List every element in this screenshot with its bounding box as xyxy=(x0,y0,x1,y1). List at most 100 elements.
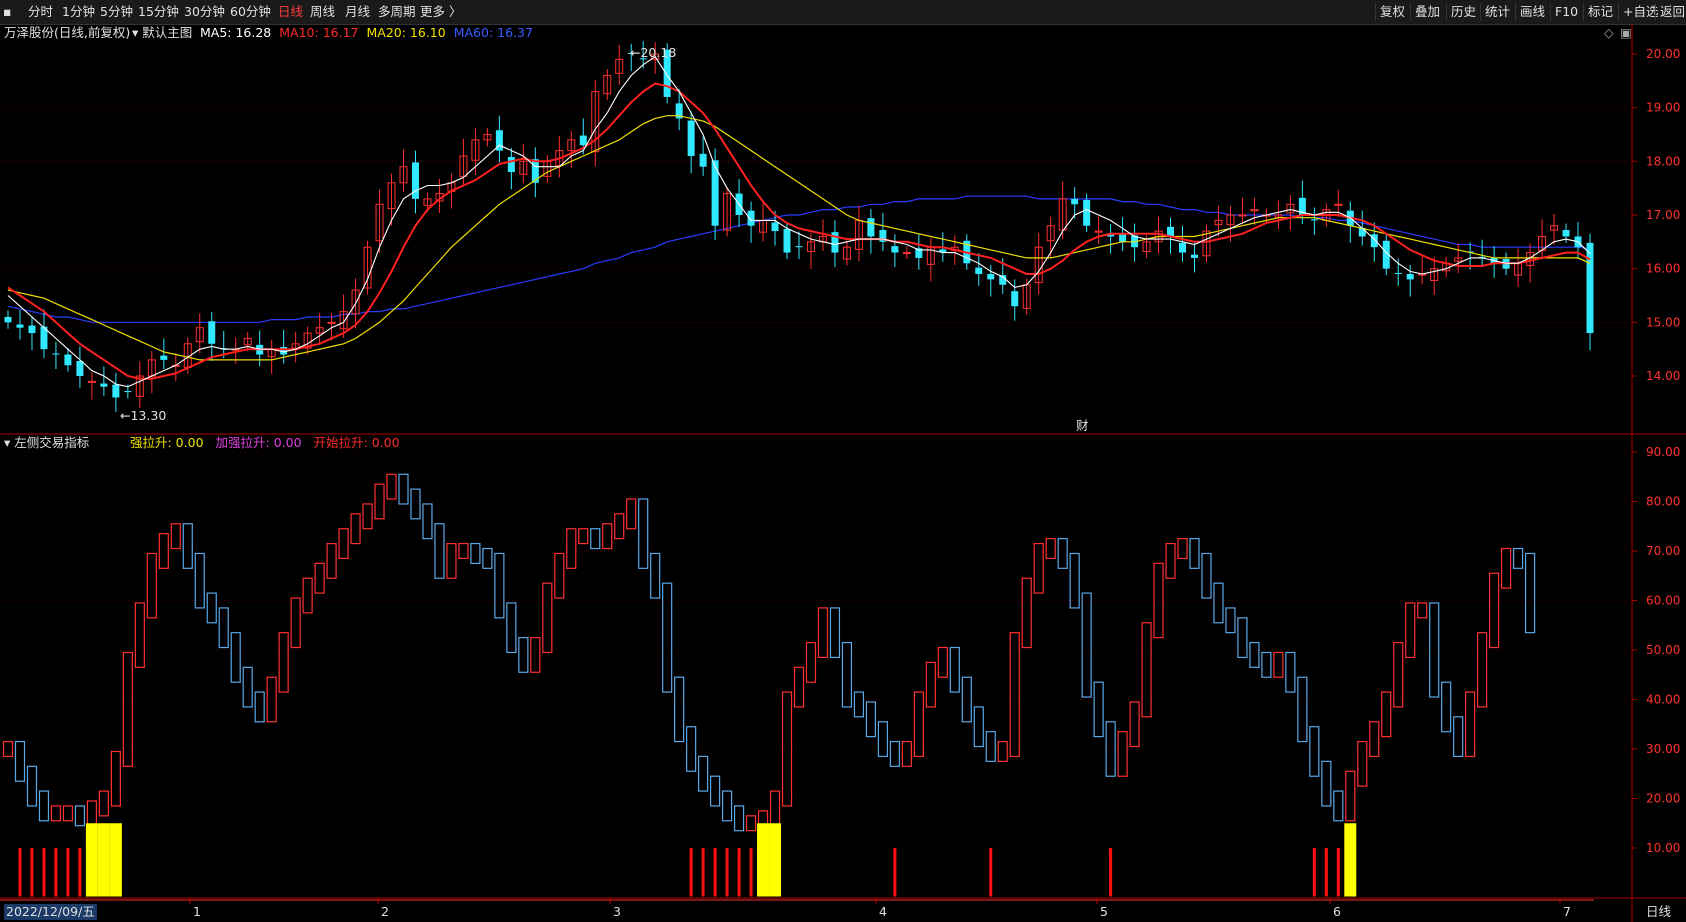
indicator-box-6 xyxy=(74,805,86,827)
indicator-box-118 xyxy=(1417,602,1428,619)
indicator-box-84 xyxy=(1009,632,1020,758)
period-tab-3[interactable]: 15分钟 xyxy=(138,4,179,20)
candle-body-93 xyxy=(1119,234,1127,242)
period-tab-0[interactable]: 分时 xyxy=(28,4,53,20)
signal-red-109 xyxy=(1312,848,1316,897)
candle-body-84 xyxy=(1011,291,1019,307)
month-label-4: 5 xyxy=(1100,904,1108,919)
high-price-label: ←20.18 xyxy=(630,45,677,60)
period-tab-4[interactable]: 30分钟 xyxy=(184,4,225,20)
indicator-box-92 xyxy=(1105,721,1116,777)
indicator-bars xyxy=(2,473,1536,832)
indicator-box-114 xyxy=(1369,721,1380,758)
indicator-box-5 xyxy=(62,805,74,822)
signal-yellow-64 xyxy=(769,823,782,897)
period-tab-1[interactable]: 1分钟 xyxy=(62,4,95,20)
indicator-box-105 xyxy=(1261,651,1272,678)
price-tick-label-1: 19.00 xyxy=(1646,101,1680,115)
indicator-box-104 xyxy=(1249,641,1260,668)
toolbar-button-4[interactable]: 画线 xyxy=(1515,3,1549,21)
period-tab-2[interactable]: 5分钟 xyxy=(100,4,133,20)
period-tab-10[interactable]: 更多 〉 xyxy=(420,4,461,20)
toolbar-button-6[interactable]: 标记 xyxy=(1583,3,1617,21)
indicator-box-96 xyxy=(1153,562,1164,639)
signal-red-62 xyxy=(749,848,753,897)
signal-bars xyxy=(18,823,1357,897)
indicator-box-111 xyxy=(1333,790,1344,822)
candle-body-44 xyxy=(531,159,539,183)
template-dropdown[interactable]: ▾ 默认主图 xyxy=(132,25,192,41)
indicator-box-122 xyxy=(1465,691,1476,758)
indicator-box-123 xyxy=(1477,632,1488,708)
indicator-box-3 xyxy=(38,790,50,822)
toolbar-button-3[interactable]: 统计 xyxy=(1480,3,1514,21)
period-tab-8[interactable]: 月线 xyxy=(345,4,370,20)
indicator-box-57 xyxy=(686,726,697,772)
indicator-box-94 xyxy=(1129,701,1140,748)
candle-body-4 xyxy=(52,353,60,355)
indicator-box-121 xyxy=(1453,716,1464,758)
indicator-box-65 xyxy=(781,691,793,807)
candle-body-17 xyxy=(208,321,216,344)
toolbar-button-1[interactable]: 叠加 xyxy=(1410,3,1444,21)
toolbar-button-5[interactable]: F10 xyxy=(1550,3,1582,21)
indicator-box-11 xyxy=(134,602,145,668)
indicator-box-24 xyxy=(290,597,301,649)
toolbar-button-2[interactable]: 历史 xyxy=(1446,3,1480,21)
signal-red-92 xyxy=(1109,848,1113,897)
indicator-box-20 xyxy=(242,666,253,708)
signal-red-82 xyxy=(989,848,993,897)
period-indicator[interactable]: 日线 xyxy=(1646,904,1671,920)
indicator-box-89 xyxy=(1069,552,1080,609)
indicator-box-4 xyxy=(50,805,62,822)
indicator-box-16 xyxy=(194,552,205,609)
indicator-box-34 xyxy=(410,488,421,520)
indicator-box-102 xyxy=(1225,607,1236,634)
indicator-box-55 xyxy=(662,582,673,693)
candle-body-1 xyxy=(16,324,24,328)
candle-body-72 xyxy=(867,218,875,237)
indicator-box-12 xyxy=(146,552,157,619)
indicator-box-72 xyxy=(865,701,877,738)
indicator-box-91 xyxy=(1093,681,1104,738)
indicator-box-30 xyxy=(362,503,373,530)
indicator-box-79 xyxy=(949,646,960,693)
period-tab-6[interactable]: 日线 xyxy=(278,4,303,20)
candle-body-116 xyxy=(1394,272,1402,275)
indicator-box-52 xyxy=(626,498,637,530)
signal-red-74 xyxy=(893,848,897,897)
indicator-box-90 xyxy=(1081,592,1092,698)
finance-event-marker[interactable]: 财 xyxy=(1076,418,1089,434)
toolbar-button-8[interactable]: 返回 xyxy=(1655,3,1686,21)
indicator-box-86 xyxy=(1033,542,1044,594)
indicator-box-70 xyxy=(841,641,853,708)
price-tick-label-2: 18.00 xyxy=(1646,154,1680,168)
signal-red-60 xyxy=(725,848,729,897)
diamond-icon[interactable]: ◇ xyxy=(1604,25,1614,41)
toolbar-button-0[interactable]: 复权 xyxy=(1375,3,1409,21)
indicator-box-67 xyxy=(805,641,817,683)
indicator-box-76 xyxy=(913,691,924,758)
kline-chart: 20.00 19.00 18.00 17.00 16.00 15.00 14.00 90.00… xyxy=(0,24,1686,922)
ma10-line xyxy=(7,82,1591,380)
indicator-box-43 xyxy=(518,637,529,673)
menu-icon[interactable]: ▪ xyxy=(3,4,11,20)
indicator-box-66 xyxy=(793,666,805,708)
signal-yellow-9 xyxy=(109,823,122,897)
indicator-box-113 xyxy=(1357,740,1368,787)
indicator-box-39 xyxy=(470,542,481,564)
panel-toggle-icon[interactable]: ▣ xyxy=(1620,25,1632,41)
indicator-box-100 xyxy=(1201,552,1212,599)
period-tab-9[interactable]: 多周期 xyxy=(378,4,416,20)
indicator-value-0: 强拉升: 0.00 xyxy=(130,435,204,450)
period-tab-5[interactable]: 60分钟 xyxy=(230,4,271,20)
indicator-box-64 xyxy=(769,790,781,827)
period-tab-7[interactable]: 周线 xyxy=(310,4,335,20)
chevron-down-icon[interactable]: ▾ xyxy=(4,435,10,450)
indicator-box-9 xyxy=(110,750,121,807)
signal-red-2 xyxy=(30,848,34,897)
indicator-box-53 xyxy=(638,498,649,569)
indicator-box-101 xyxy=(1213,582,1224,624)
candle-body-109 xyxy=(1310,219,1318,221)
indicator-box-45 xyxy=(542,582,553,654)
